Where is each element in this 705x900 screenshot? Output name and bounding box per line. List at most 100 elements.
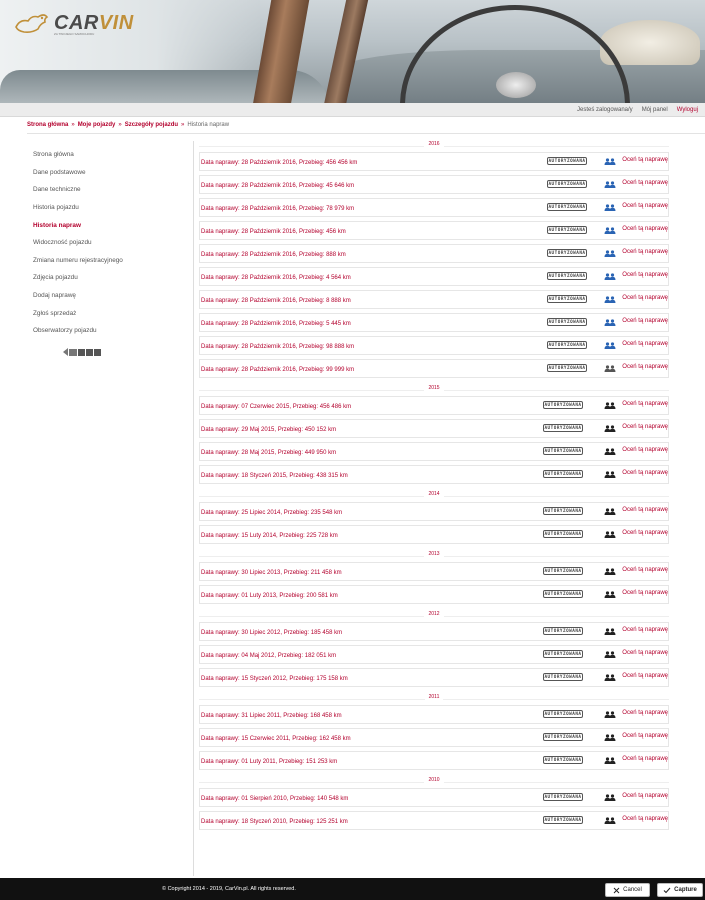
users-icon[interactable]	[604, 425, 616, 432]
users-icon[interactable]	[604, 531, 616, 538]
sidebar-item[interactable]: Dane techniczne	[33, 181, 183, 199]
repair-link[interactable]: Data naprawy: 28 Październik 2016, Przeb…	[201, 321, 351, 327]
breadcrumb-vehicle-details[interactable]: Szczegóły pojazdu	[125, 122, 178, 128]
sidebar-item[interactable]: Obserwatorzy pojazdu	[33, 322, 183, 340]
users-icon[interactable]	[604, 273, 616, 280]
sidebar-item[interactable]: Dane podstawowe	[33, 164, 183, 182]
users-icon[interactable]	[604, 628, 616, 635]
repair-link[interactable]: Data naprawy: 28 Październik 2016, Przeb…	[201, 298, 351, 304]
repair-link[interactable]: Data naprawy: 28 Październik 2016, Przeb…	[201, 252, 346, 258]
rate-repair-link[interactable]: Oceń tą naprawę	[622, 157, 668, 163]
sidebar-item[interactable]: Historia napraw	[33, 216, 183, 234]
sidebar-toggle[interactable]	[63, 348, 101, 356]
carvin-logo[interactable]: CARVIN ZA TWOJEGO SAMOCHODU	[14, 8, 134, 38]
sidebar-item[interactable]: Widoczność pojazdu	[33, 234, 183, 252]
my-panel-link[interactable]: Mój panel	[642, 107, 668, 113]
sidebar-item[interactable]: Zgłoś sprzedaż	[33, 304, 183, 322]
users-icon[interactable]	[604, 734, 616, 741]
users-icon[interactable]	[604, 365, 616, 372]
repair-link[interactable]: Data naprawy: 18 Styczeń 2015, Przebieg:…	[201, 473, 348, 479]
users-icon[interactable]	[604, 296, 616, 303]
sidebar-item[interactable]: Historia pojazdu	[33, 199, 183, 217]
repair-link[interactable]: Data naprawy: 25 Lipiec 2014, Przebieg: …	[201, 510, 342, 516]
users-icon[interactable]	[604, 227, 616, 234]
repair-link[interactable]: Data naprawy: 28 Maj 2015, Przebieg: 449…	[201, 450, 336, 456]
rate-repair-link[interactable]: Oceń tą naprawę	[622, 272, 668, 278]
repair-link[interactable]: Data naprawy: 28 Październik 2016, Przeb…	[201, 206, 354, 212]
rate-repair-link[interactable]: Oceń tą naprawę	[622, 341, 668, 347]
users-icon[interactable]	[604, 204, 616, 211]
rate-repair-link[interactable]: Oceń tą naprawę	[622, 530, 668, 536]
users-icon[interactable]	[604, 319, 616, 326]
repair-link[interactable]: Data naprawy: 28 Październik 2016, Przeb…	[201, 275, 351, 281]
rate-repair-link[interactable]: Oceń tą naprawę	[622, 673, 668, 679]
rate-repair-link[interactable]: Oceń tą naprawę	[622, 710, 668, 716]
breadcrumb-my-vehicles[interactable]: Moje pojazdy	[78, 122, 116, 128]
users-icon[interactable]	[604, 711, 616, 718]
repair-link[interactable]: Data naprawy: 04 Maj 2012, Przebieg: 182…	[201, 653, 336, 659]
users-icon[interactable]	[604, 508, 616, 515]
users-icon[interactable]	[604, 471, 616, 478]
rate-repair-link[interactable]: Oceń tą naprawę	[622, 793, 668, 799]
repair-link[interactable]: Data naprawy: 28 Październik 2016, Przeb…	[201, 160, 357, 166]
users-icon[interactable]	[604, 342, 616, 349]
rate-repair-link[interactable]: Oceń tą naprawę	[622, 226, 668, 232]
repair-link[interactable]: Data naprawy: 01 Sierpień 2010, Przebieg…	[201, 796, 348, 802]
repair-link[interactable]: Data naprawy: 28 Październik 2016, Przeb…	[201, 229, 346, 235]
rate-repair-link[interactable]: Oceń tą naprawę	[622, 567, 668, 573]
users-icon[interactable]	[604, 794, 616, 801]
rate-repair-link[interactable]: Oceń tą naprawę	[622, 203, 668, 209]
rate-repair-link[interactable]: Oceń tą naprawę	[622, 180, 668, 186]
repair-link[interactable]: Data naprawy: 07 Czerwiec 2015, Przebieg…	[201, 404, 351, 410]
rate-repair-link[interactable]: Oceń tą naprawę	[622, 507, 668, 513]
repair-link[interactable]: Data naprawy: 28 Październik 2016, Przeb…	[201, 344, 354, 350]
rate-repair-link[interactable]: Oceń tą naprawę	[622, 318, 668, 324]
users-icon[interactable]	[604, 591, 616, 598]
users-icon[interactable]	[604, 757, 616, 764]
users-icon[interactable]	[604, 568, 616, 575]
repair-link[interactable]: Data naprawy: 31 Lipiec 2011, Przebieg: …	[201, 713, 342, 719]
sidebar-item[interactable]: Dodaj naprawę	[33, 287, 183, 305]
rate-repair-link[interactable]: Oceń tą naprawę	[622, 756, 668, 762]
rate-repair-link[interactable]: Oceń tą naprawę	[622, 295, 668, 301]
rate-repair-link[interactable]: Oceń tą naprawę	[622, 816, 668, 822]
repair-link[interactable]: Data naprawy: 30 Lipiec 2013, Przebieg: …	[201, 570, 342, 576]
sidebar-item[interactable]: Zmiana numeru rejestracyjnego	[33, 252, 183, 270]
users-icon[interactable]	[604, 651, 616, 658]
users-icon[interactable]	[604, 448, 616, 455]
users-icon[interactable]	[604, 402, 616, 409]
users-icon[interactable]	[604, 817, 616, 824]
rate-repair-link[interactable]: Oceń tą naprawę	[622, 424, 668, 430]
rate-repair-link[interactable]: Oceń tą naprawę	[622, 590, 668, 596]
rate-repair-link[interactable]: Oceń tą naprawę	[622, 401, 668, 407]
users-icon[interactable]	[604, 674, 616, 681]
breadcrumb-home[interactable]: Strona główna	[27, 122, 68, 128]
repair-link[interactable]: Data naprawy: 28 Październik 2016, Przeb…	[201, 367, 354, 373]
rate-repair-link[interactable]: Oceń tą naprawę	[622, 650, 668, 656]
repair-link[interactable]: Data naprawy: 29 Maj 2015, Przebieg: 450…	[201, 427, 336, 433]
users-icon[interactable]	[604, 158, 616, 165]
repair-link[interactable]: Data naprawy: 15 Czerwiec 2011, Przebieg…	[201, 736, 351, 742]
users-icon[interactable]	[604, 181, 616, 188]
rate-repair-link[interactable]: Oceń tą naprawę	[622, 470, 668, 476]
rate-repair-link[interactable]: Oceń tą naprawę	[622, 733, 668, 739]
cancel-button[interactable]: Cancel	[605, 883, 650, 897]
rate-repair-link[interactable]: Oceń tą naprawę	[622, 249, 668, 255]
capture-button[interactable]: Capture	[657, 883, 703, 897]
rate-repair-link[interactable]: Oceń tą naprawę	[622, 364, 668, 370]
repair-link[interactable]: Data naprawy: 01 Luty 2011, Przebieg: 15…	[201, 759, 337, 765]
rate-repair-link[interactable]: Oceń tą naprawę	[622, 447, 668, 453]
sidebar-item[interactable]: Strona główna	[33, 146, 183, 164]
repair-link[interactable]: Data naprawy: 28 Październik 2016, Przeb…	[201, 183, 354, 189]
repair-link[interactable]: Data naprawy: 30 Lipiec 2012, Przebieg: …	[201, 630, 342, 636]
repair-link[interactable]: Data naprawy: 01 Luty 2013, Przebieg: 20…	[201, 593, 338, 599]
repair-link[interactable]: Data naprawy: 15 Styczeń 2012, Przebieg:…	[201, 676, 348, 682]
repair-link[interactable]: Data naprawy: 15 Luty 2014, Przebieg: 22…	[201, 533, 338, 539]
rate-repair-link[interactable]: Oceń tą naprawę	[622, 627, 668, 633]
authorized-stamp-icon: AUTORYZOWANA	[543, 470, 583, 478]
sidebar-item[interactable]: Zdjęcia pojazdu	[33, 269, 183, 287]
logout-link[interactable]: Wyloguj	[677, 107, 698, 113]
repair-link[interactable]: Data naprawy: 18 Styczeń 2010, Przebieg:…	[201, 819, 348, 825]
users-icon[interactable]	[604, 250, 616, 257]
